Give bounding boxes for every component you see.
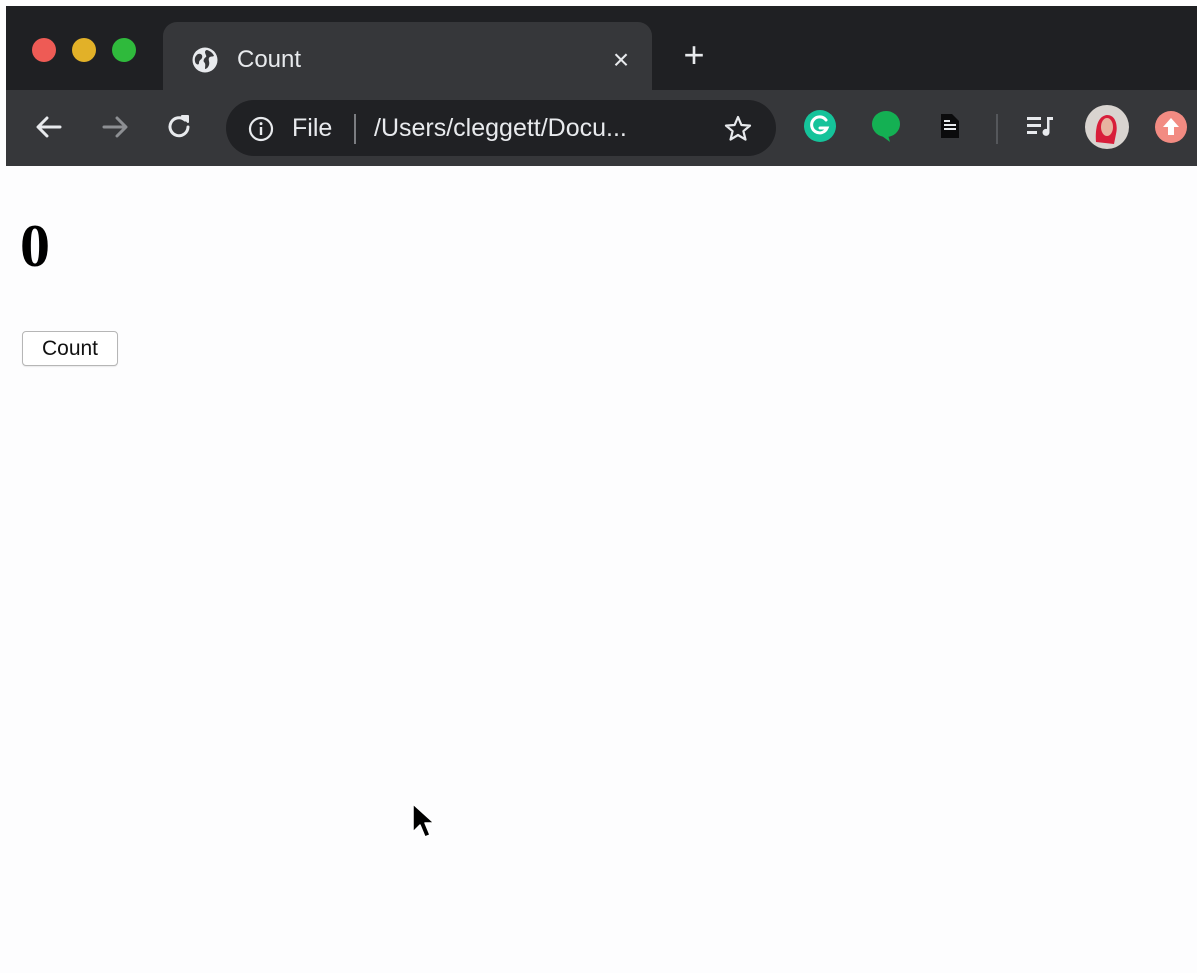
reload-icon[interactable] [162, 110, 196, 144]
update-icon[interactable] [1154, 110, 1188, 144]
browser-toolbar: File /Users/cleggett/Docu... [6, 90, 1197, 166]
info-icon[interactable] [248, 116, 274, 142]
new-tab-button[interactable]: + [676, 37, 712, 74]
profile-avatar-icon[interactable] [1084, 104, 1130, 150]
count-button[interactable]: Count [22, 331, 118, 366]
browser-title-bar: Count × + [6, 6, 1197, 96]
tab-count[interactable]: Count × [163, 22, 652, 96]
close-tab-button[interactable]: × [605, 44, 637, 76]
grammarly-extension-icon[interactable] [802, 108, 838, 144]
minimize-window-button[interactable] [72, 38, 96, 62]
close-window-button[interactable] [32, 38, 56, 62]
count-value: 0 [20, 213, 50, 279]
toolbar-separator [996, 114, 998, 144]
back-arrow-icon[interactable] [32, 110, 66, 144]
media-control-icon[interactable] [1022, 108, 1058, 144]
tab-title: Count [237, 46, 302, 73]
address-bar[interactable]: File /Users/cleggett/Docu... [226, 100, 776, 156]
document-extension-icon[interactable] [932, 108, 968, 144]
page-content: 0 Count [6, 166, 1197, 973]
address-divider [354, 114, 356, 144]
maximize-window-button[interactable] [112, 38, 136, 62]
globe-icon [192, 47, 218, 73]
url-text[interactable]: /Users/cleggett/Docu... [374, 112, 627, 144]
star-icon[interactable] [722, 113, 754, 145]
chat-extension-icon[interactable] [868, 108, 904, 144]
mouse-cursor-icon [412, 803, 435, 838]
forward-arrow-icon[interactable] [98, 110, 132, 144]
url-scheme-label: File [292, 114, 333, 142]
